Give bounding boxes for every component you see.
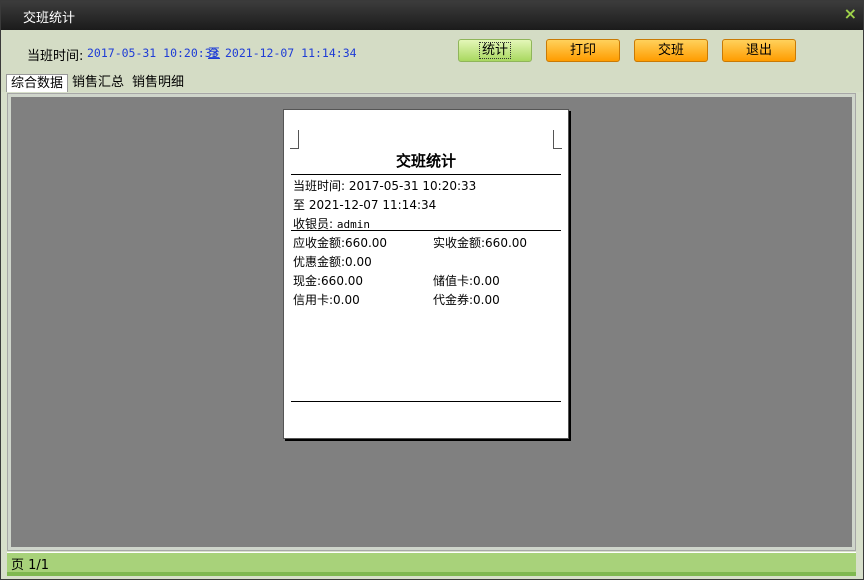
window-title: 交班统计 bbox=[23, 11, 76, 26]
report-preview-panel: 交班统计 当班时间: 2017-05-31 10:20:33 至 2021-12… bbox=[7, 93, 856, 551]
stats-button-label: 统计 bbox=[478, 42, 511, 59]
receipt-cash: 现金:660.00 bbox=[293, 274, 364, 288]
title-bar: 交班统计 × bbox=[1, 1, 863, 30]
crop-mark-left bbox=[290, 130, 299, 149]
tab-sales-detail[interactable]: 销售明细 bbox=[128, 74, 188, 91]
preview-canvas[interactable]: 交班统计 当班时间: 2017-05-31 10:20:33 至 2021-12… bbox=[11, 97, 852, 547]
shift-start-time: 2017-05-31 10:20:33 bbox=[87, 46, 219, 60]
receipt-shift-time: 当班时间: 2017-05-31 10:20:33 bbox=[293, 179, 477, 193]
crop-mark-right bbox=[553, 130, 562, 149]
receipt-title: 交班统计 bbox=[395, 152, 456, 170]
receipt-receivable: 应收金额:660.00 bbox=[293, 236, 388, 250]
receipt-stored-card: 储值卡:0.00 bbox=[433, 274, 500, 288]
divider bbox=[291, 401, 561, 402]
toolbar: 当班时间: 2017-05-31 10:20:33 至 2021-12-07 1… bbox=[1, 30, 863, 72]
shift-end-time: 2021-12-07 11:14:34 bbox=[225, 46, 357, 60]
receipt-voucher: 代金券:0.00 bbox=[433, 293, 500, 307]
stats-button[interactable]: 统计 bbox=[458, 39, 532, 62]
tab-bar: 综合数据 销售汇总 销售明细 bbox=[1, 72, 863, 92]
receipt-discount: 优惠金额:0.00 bbox=[293, 255, 372, 269]
print-button[interactable]: 打印 bbox=[546, 39, 620, 62]
page-indicator: 页 1/1 bbox=[11, 558, 50, 573]
cashier-label: 收银员: bbox=[293, 217, 337, 231]
exit-button[interactable]: 退出 bbox=[722, 39, 796, 62]
receipt-page: 交班统计 当班时间: 2017-05-31 10:20:33 至 2021-12… bbox=[283, 109, 569, 439]
receipt-received: 实收金额:660.00 bbox=[433, 236, 528, 250]
shift-to-link[interactable]: 至 bbox=[208, 44, 220, 61]
shift-stats-window: 交班统计 × 当班时间: 2017-05-31 10:20:33 至 2021-… bbox=[0, 0, 864, 580]
shift-time-label: 当班时间: bbox=[27, 49, 84, 64]
receipt-to-time: 至 2021-12-07 11:14:34 bbox=[293, 198, 437, 212]
shift-handover-button[interactable]: 交班 bbox=[634, 39, 708, 62]
tab-sales-summary[interactable]: 销售汇总 bbox=[68, 74, 128, 91]
status-bar-bottom bbox=[7, 572, 856, 576]
tab-summary-data[interactable]: 综合数据 bbox=[6, 74, 69, 92]
close-icon[interactable]: × bbox=[844, 4, 857, 23]
divider bbox=[291, 230, 561, 231]
receipt-credit-card: 信用卡:0.00 bbox=[293, 293, 360, 307]
divider bbox=[291, 174, 561, 175]
status-bar: 页 1/1 bbox=[7, 552, 856, 573]
